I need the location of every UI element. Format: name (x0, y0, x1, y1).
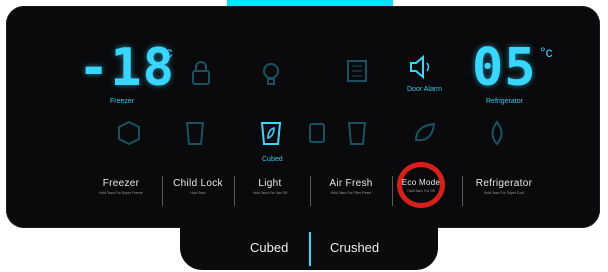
dispenser-divider (309, 232, 311, 266)
eco-leaf-icon (410, 118, 440, 148)
cubed-button[interactable]: Cubed (250, 240, 288, 255)
crushed-button[interactable]: Crushed (330, 240, 379, 255)
water-drop-icon (482, 118, 512, 148)
air-fresh-button-hint: Hold 3sec For Filter Reset (330, 191, 372, 195)
freezer-unit: °c (160, 44, 173, 60)
light-button[interactable]: Light Hold 3sec For Vac Off (240, 178, 300, 206)
light-button-label: Light (258, 178, 282, 189)
air-fresh-button[interactable]: Air Fresh Hold 3sec For Filter Reset (320, 178, 382, 206)
cubed-caption: Cubed (262, 156, 283, 163)
child-lock-button[interactable]: Child Lock Hold 3sec (168, 178, 228, 206)
freezer-button-label: Freezer (102, 178, 140, 189)
filter-icon (302, 118, 332, 148)
refrigerator-temperature: 05 (472, 38, 537, 98)
divider (462, 176, 463, 206)
freezer-button[interactable]: Freezer Hold 3sec For Super Freeze (86, 178, 156, 206)
divider (162, 176, 163, 206)
divider (310, 176, 311, 206)
water-glass-icon (180, 118, 210, 148)
refrigerator-button-hint: Hold 3sec For Super Cool (483, 191, 525, 195)
child-lock-button-label: Child Lock (173, 178, 223, 189)
air-fresh-button-label: Air Fresh (329, 178, 373, 189)
divider (234, 176, 235, 206)
crushed-ice-icon (342, 118, 372, 148)
refrigerator-button-label: Refrigerator (475, 178, 533, 189)
light-button-hint: Hold 3sec For Vac Off (252, 191, 288, 195)
divider (392, 176, 393, 206)
eco-mode-button-hint: Hold 3sec For Off (407, 189, 435, 193)
cubed-ice-icon (256, 118, 286, 148)
child-lock-button-hint: Hold 3sec (190, 191, 206, 195)
freezer-caption: Freezer (110, 98, 135, 105)
refrigerator-button[interactable]: Refrigerator Hold 3sec For Super Cool (468, 178, 540, 206)
refrigerator-unit: °c (540, 44, 553, 60)
eco-mode-button-label: Eco Mode (401, 178, 441, 187)
lock-icon (186, 58, 216, 88)
freezer-button-hint: Hold 3sec For Super Freeze (99, 191, 143, 195)
light-bulb-icon (256, 58, 286, 88)
door-alarm-caption: Door Alarm (407, 86, 443, 93)
refrigerator-caption: Refrigerator (486, 98, 523, 105)
ice-cube-icon (114, 118, 144, 148)
speaker-icon (406, 52, 436, 82)
air-filter-icon (342, 56, 372, 86)
eco-mode-button[interactable]: Eco Mode Hold 3sec For Off (401, 178, 441, 206)
